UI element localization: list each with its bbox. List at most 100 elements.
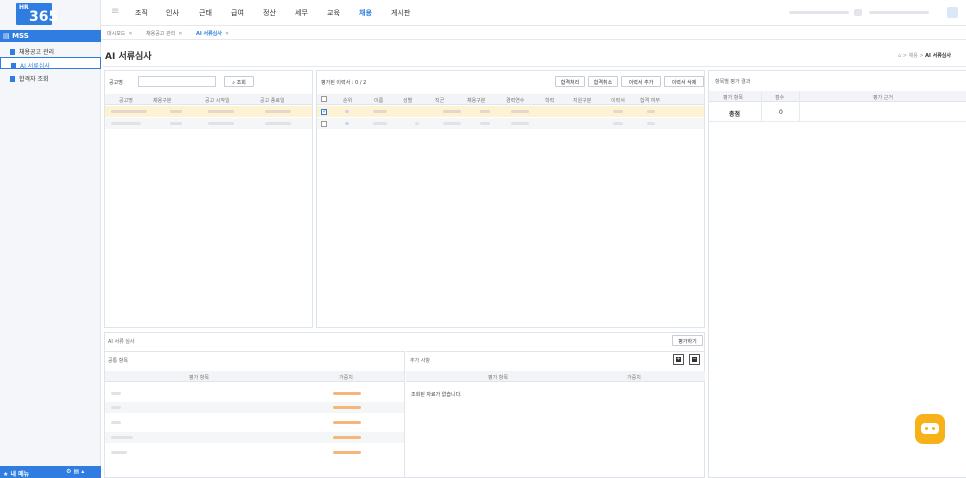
nav-hr[interactable]: 인사 [166, 8, 179, 18]
pass-cancel-button[interactable]: 합격취소 [588, 76, 618, 87]
tab-bar: 대시보드 ✕ 채용공고 관리 ✕ AI 서류심사 ✕ [101, 28, 966, 40]
sidebar-item-passed[interactable]: 합격자 조회 [0, 71, 101, 83]
th-recruit-type[interactable]: 채용구분 [153, 97, 171, 104]
cell-blur [170, 110, 182, 113]
table-row[interactable] [317, 118, 704, 129]
sidebar-section-mss[interactable]: ▤ MSS [0, 30, 101, 42]
add-resume-button[interactable]: 이력서 추가 [621, 76, 661, 87]
sidebar: HR 365 ▤ MSS 채용공고 관리 AI 서류심사 합격자 조회 ★ 내 … [0, 0, 101, 478]
cell-blur [373, 122, 387, 125]
th-end-date[interactable]: 공고 종료일 [260, 97, 285, 104]
th-rank[interactable]: 순위 [343, 97, 352, 104]
item-result-header: 평가 항목 점수 평가 근거 [709, 91, 966, 102]
cell-blur [111, 122, 141, 125]
evaluate-button[interactable]: 평가하기 [672, 335, 703, 346]
table-row[interactable] [105, 106, 312, 117]
divider [761, 91, 762, 122]
sidebar-item-ai-screening[interactable]: AI 서류심사 [0, 57, 101, 70]
close-icon[interactable]: ✕ [178, 31, 182, 37]
logo-hr: HR [19, 4, 29, 11]
cell-blur [443, 110, 461, 113]
cell-blur [613, 122, 623, 125]
th-education[interactable]: 학력 [545, 97, 554, 104]
cell-blur [373, 110, 387, 113]
document-icon [10, 49, 15, 55]
cell-blur [613, 110, 623, 113]
th-common-weight: 가중치 [339, 375, 353, 381]
my-menu-bar[interactable]: ★ 내 메뉴 ⚙ ▤ ▴ [0, 466, 101, 478]
nav-attendance[interactable]: 근태 [199, 8, 212, 18]
th-posting-name[interactable]: 공고명 [119, 97, 133, 104]
nav-education[interactable]: 교육 [327, 8, 340, 18]
row-checkbox[interactable] [321, 121, 327, 127]
home-icon[interactable]: ⌂ [898, 53, 901, 59]
th-basis: 평가 근거 [873, 95, 893, 101]
sidebar-item-posting[interactable]: 채용공고 관리 [0, 44, 101, 56]
cell-blur [111, 451, 127, 454]
close-icon[interactable]: ✕ [225, 31, 229, 37]
th-common-item: 평가 항목 [189, 375, 209, 381]
list-item[interactable] [105, 388, 404, 399]
th-extra-weight: 가중치 [627, 375, 641, 381]
bot-face [921, 423, 939, 434]
tab-ai-screening[interactable]: AI 서류심사 ✕ [196, 30, 229, 37]
nav-board[interactable]: 게시판 [391, 8, 410, 18]
select-all-checkbox[interactable] [321, 96, 327, 102]
th-career[interactable]: 경력연수 [506, 97, 524, 104]
add-icon[interactable]: + [673, 354, 684, 365]
list-item[interactable] [105, 402, 404, 413]
th-resume[interactable]: 이력서 [611, 97, 625, 104]
tab-dashboard[interactable]: 대시보드 ✕ [107, 30, 133, 37]
total-row: 총점 0 [709, 105, 966, 122]
ai-screening-section: AI 서류 심사 평가하기 공통 항목 평가 항목 가중치 추가 사항 + − … [104, 332, 705, 478]
th-pass[interactable]: 합격 여부 [640, 97, 660, 104]
empty-message: 조회된 자료가 없습니다. [411, 392, 462, 398]
weight-bar [333, 421, 361, 424]
cell-blur [345, 110, 349, 113]
th-start-date[interactable]: 공고 시작일 [205, 97, 230, 104]
chatbot-icon[interactable] [915, 414, 945, 444]
settings-icons[interactable]: ⚙ ▤ ▴ [66, 468, 84, 475]
evaluated-count: 평가된 이력서 : 0 / 2 [321, 80, 367, 86]
total-label: 총점 [729, 111, 741, 118]
nav-org[interactable]: 조직 [135, 8, 148, 18]
profile-icon[interactable] [947, 7, 958, 18]
extra-items-panel: 추가 사항 + − 평가 항목 가중치 조회된 자료가 없습니다. [406, 351, 705, 478]
cell-blur [111, 421, 121, 424]
row-checkbox[interactable]: ✓ [321, 109, 327, 115]
cell-blur [111, 392, 121, 395]
th-recruit-type[interactable]: 채용구분 [467, 97, 485, 104]
search-button[interactable]: ⌕ 조회 [224, 76, 254, 87]
user-icon-blur [854, 9, 862, 16]
th-name[interactable]: 이름 [374, 97, 383, 104]
table-row[interactable] [105, 118, 312, 129]
nav-recruit[interactable]: 채용 [359, 8, 372, 18]
nav-tax[interactable]: 세무 [295, 8, 308, 18]
delete-resume-button[interactable]: 이력서 삭제 [664, 76, 704, 87]
common-items-panel: 공통 항목 평가 항목 가중치 [105, 351, 405, 478]
table-row[interactable]: ✓ [317, 106, 704, 117]
cell-blur [345, 122, 349, 125]
posting-search-input[interactable] [138, 76, 216, 87]
list-item[interactable] [105, 432, 404, 443]
pass-button[interactable]: 합격처리 [555, 76, 585, 87]
list-item[interactable] [105, 417, 404, 428]
nav-settlement[interactable]: 정산 [263, 8, 276, 18]
remove-icon[interactable]: − [689, 354, 700, 365]
tab-posting[interactable]: 채용공고 관리 ✕ [146, 30, 182, 37]
close-icon[interactable]: ✕ [128, 31, 132, 37]
total-score: 0 [779, 109, 783, 116]
hamburger-icon[interactable]: ≡ [111, 6, 119, 17]
th-apply-type[interactable]: 지원구분 [573, 97, 591, 104]
document-icon [11, 63, 16, 69]
logo[interactable]: HR 365 [16, 3, 58, 25]
divider [103, 66, 966, 67]
nav-payroll[interactable]: 급여 [231, 8, 244, 18]
extra-title: 추가 사항 [410, 358, 430, 364]
user-company-blur [789, 11, 849, 14]
th-eval-item: 평가 항목 [723, 95, 743, 101]
common-table-header: 평가 항목 가중치 [105, 371, 404, 382]
list-item[interactable] [105, 447, 404, 458]
th-job[interactable]: 직군 [435, 97, 444, 104]
th-gender[interactable]: 성별 [403, 97, 412, 104]
